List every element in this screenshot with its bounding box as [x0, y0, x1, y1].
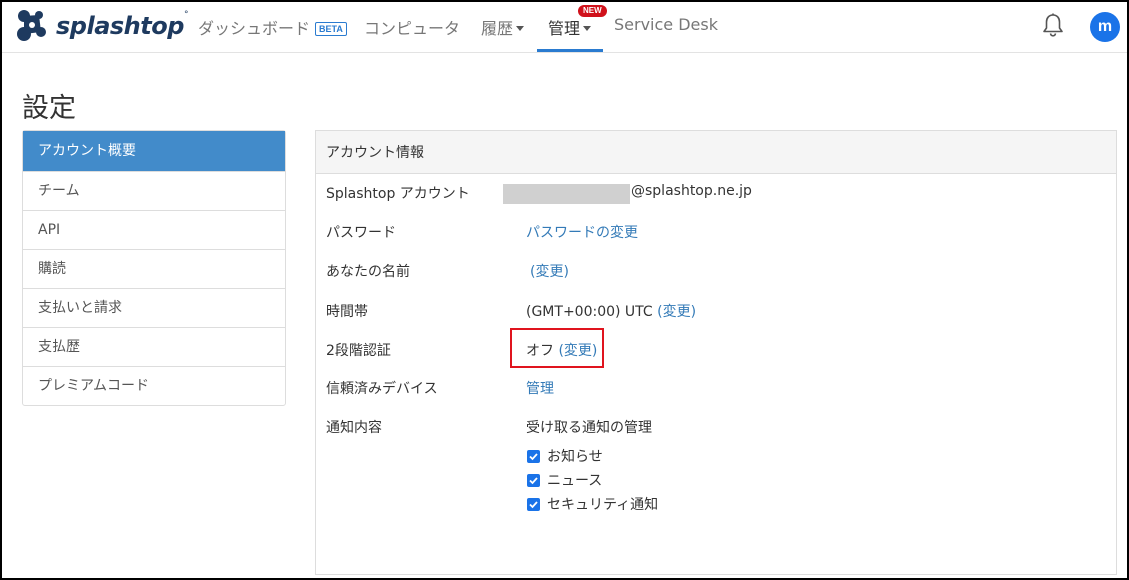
nav-dashboard[interactable]: ダッシュボード BETA: [198, 15, 347, 39]
splashtop-logo[interactable]: splashtop °: [14, 8, 189, 44]
brand-name: splashtop: [56, 12, 184, 40]
change-password-link[interactable]: パスワードの変更: [526, 222, 638, 242]
splashtop-account-label: Splashtop アカウント: [326, 186, 470, 202]
nav-computers-label: コンピュータ: [364, 19, 461, 38]
timezone-value: (GMT+00:00) UTC (変更): [526, 301, 696, 321]
password-label: パスワード: [326, 225, 396, 241]
page-title: 設定: [22, 93, 76, 124]
settings-sidebar: アカウント概要 チーム API 購読 支払いと請求 支払歴 プレミアムコード: [22, 130, 286, 406]
checkmark-icon: [529, 501, 538, 509]
change-name-link[interactable]: (変更): [530, 261, 569, 281]
sidebar-item-payment-billing[interactable]: 支払いと請求: [23, 288, 285, 327]
splashtop-logo-icon: [17, 10, 46, 41]
sidebar-item-team[interactable]: チーム: [23, 171, 285, 210]
nav-management-label: 管理: [548, 19, 581, 38]
nav-history[interactable]: 履歴: [481, 15, 525, 39]
nav-active-indicator: [537, 49, 603, 52]
sidebar-item-payment-history[interactable]: 支払歴: [23, 327, 285, 366]
sidebar-item-account-overview[interactable]: アカウント概要: [23, 131, 285, 171]
trusted-devices-label: 信頼済みデバイス: [326, 381, 438, 397]
announcements-checkbox[interactable]: [527, 450, 540, 463]
new-badge: NEW: [578, 5, 607, 17]
notification-bell-icon[interactable]: [1042, 13, 1064, 41]
checkmark-icon: [529, 477, 538, 485]
notifications-label: 通知内容: [326, 420, 382, 436]
app-window: splashtop ° ダッシュボード BETA コンピュータ 履歴 管理 NEW…: [0, 0, 1129, 580]
trademark-icon: °: [184, 10, 189, 20]
timezone-text: (GMT+00:00) UTC: [526, 304, 653, 320]
nav-service-desk-label: Service Desk: [614, 15, 718, 34]
nav-history-label: 履歴: [481, 19, 514, 38]
two-factor-label: 2段階認証: [326, 343, 391, 359]
chevron-down-icon: [583, 26, 592, 31]
manage-trusted-devices-link[interactable]: 管理: [526, 378, 554, 398]
top-navbar: splashtop ° ダッシュボード BETA コンピュータ 履歴 管理 NEW…: [2, 2, 1127, 53]
timezone-label: 時間帯: [326, 304, 368, 320]
security-notice-label: セキュリティ通知: [547, 497, 659, 513]
account-email-domain: @splashtop.ne.jp: [631, 183, 752, 199]
beta-badge: BETA: [315, 22, 347, 36]
change-timezone-link[interactable]: (変更): [657, 304, 696, 320]
chevron-down-icon: [516, 26, 525, 31]
sidebar-item-subscription[interactable]: 購読: [23, 249, 285, 288]
your-name-label: あなたの名前: [326, 264, 410, 280]
nav-management[interactable]: 管理: [548, 15, 592, 39]
notifications-title: 受け取る通知の管理: [526, 420, 652, 436]
nav-service-desk[interactable]: Service Desk: [614, 15, 718, 34]
sidebar-item-premium-code[interactable]: プレミアムコード: [23, 366, 285, 405]
sidebar-item-api[interactable]: API: [23, 210, 285, 249]
news-checkbox[interactable]: [527, 474, 540, 487]
nav-computers[interactable]: コンピュータ: [364, 15, 460, 39]
highlight-box: [510, 328, 604, 368]
account-info-panel: アカウント情報 Splashtop アカウント @splashtop.ne.jp…: [315, 130, 1117, 575]
checkmark-icon: [529, 453, 538, 461]
announcements-label: お知らせ: [547, 449, 603, 465]
security-notice-checkbox[interactable]: [527, 498, 540, 511]
nav-dashboard-label: ダッシュボード: [198, 19, 311, 38]
panel-heading: アカウント情報: [316, 131, 1116, 174]
redacted-email-prefix: [503, 184, 630, 204]
user-avatar[interactable]: m: [1090, 12, 1120, 42]
news-label: ニュース: [547, 473, 603, 489]
